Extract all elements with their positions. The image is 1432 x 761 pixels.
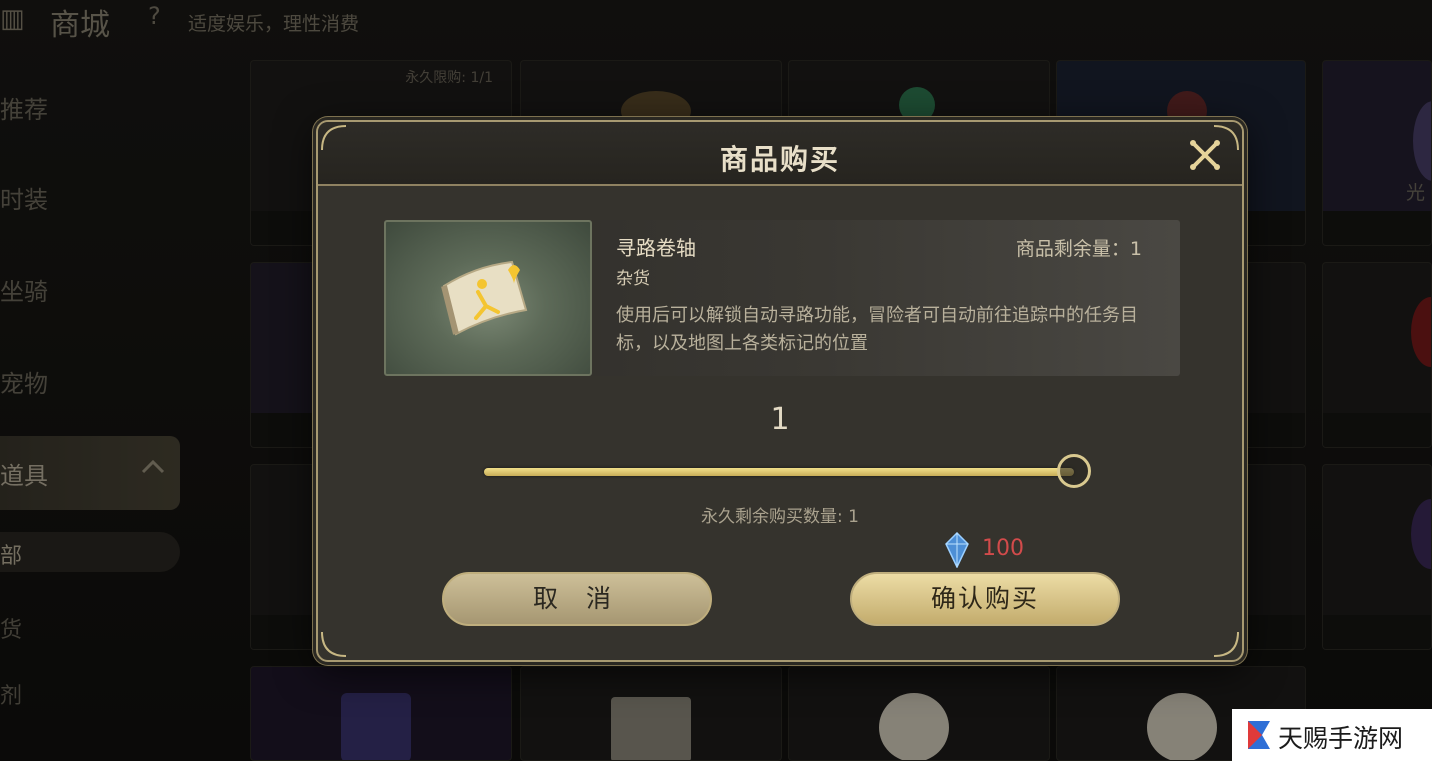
ornament-corner-icon (1213, 125, 1239, 151)
ornament-corner-icon (1213, 631, 1239, 657)
dialog-title: 商品购买 (719, 143, 840, 176)
watermark-logo-icon (1248, 721, 1270, 749)
item-stock: 商品剩余量：1 (1015, 238, 1142, 260)
item-description: 使用后可以解锁自动寻路功能，冒险者可自动前往追踪中的任务目标，以及地图上各类标记… (616, 305, 1138, 354)
item-name: 寻路卷轴 (616, 236, 696, 260)
purchase-dialog: 商品购买 寻路卷轴 杂货 商品剩余量：1 使用后可以解锁自动寻路功能，冒险者可自… (316, 120, 1244, 662)
ornament-corner-icon (321, 125, 347, 151)
cancel-button[interactable]: 取 消 (442, 572, 712, 626)
scroll-map-icon (441, 260, 528, 336)
quantity-value: 1 (770, 402, 790, 437)
quantity-slider-handle[interactable] (1057, 454, 1091, 488)
watermark-text: 天赐手游网 (1278, 724, 1404, 753)
confirm-purchase-button[interactable]: 确认购买 (850, 572, 1120, 626)
dialog-header: 商品购买 (318, 122, 1242, 186)
quantity-slider[interactable] (484, 468, 1074, 476)
ornament-corner-icon (321, 631, 347, 657)
item-category: 杂货 (616, 269, 650, 289)
site-watermark: 天赐手游网 (1232, 709, 1432, 761)
remaining-purchase-label: 永久剩余购买数量: 1 (701, 507, 859, 527)
price-value: 100 (982, 536, 1024, 561)
crystal-currency-icon (945, 532, 969, 568)
item-image (384, 220, 592, 376)
item-info-panel: 寻路卷轴 杂货 商品剩余量：1 使用后可以解锁自动寻路功能，冒险者可自动前往追踪… (384, 220, 1180, 376)
